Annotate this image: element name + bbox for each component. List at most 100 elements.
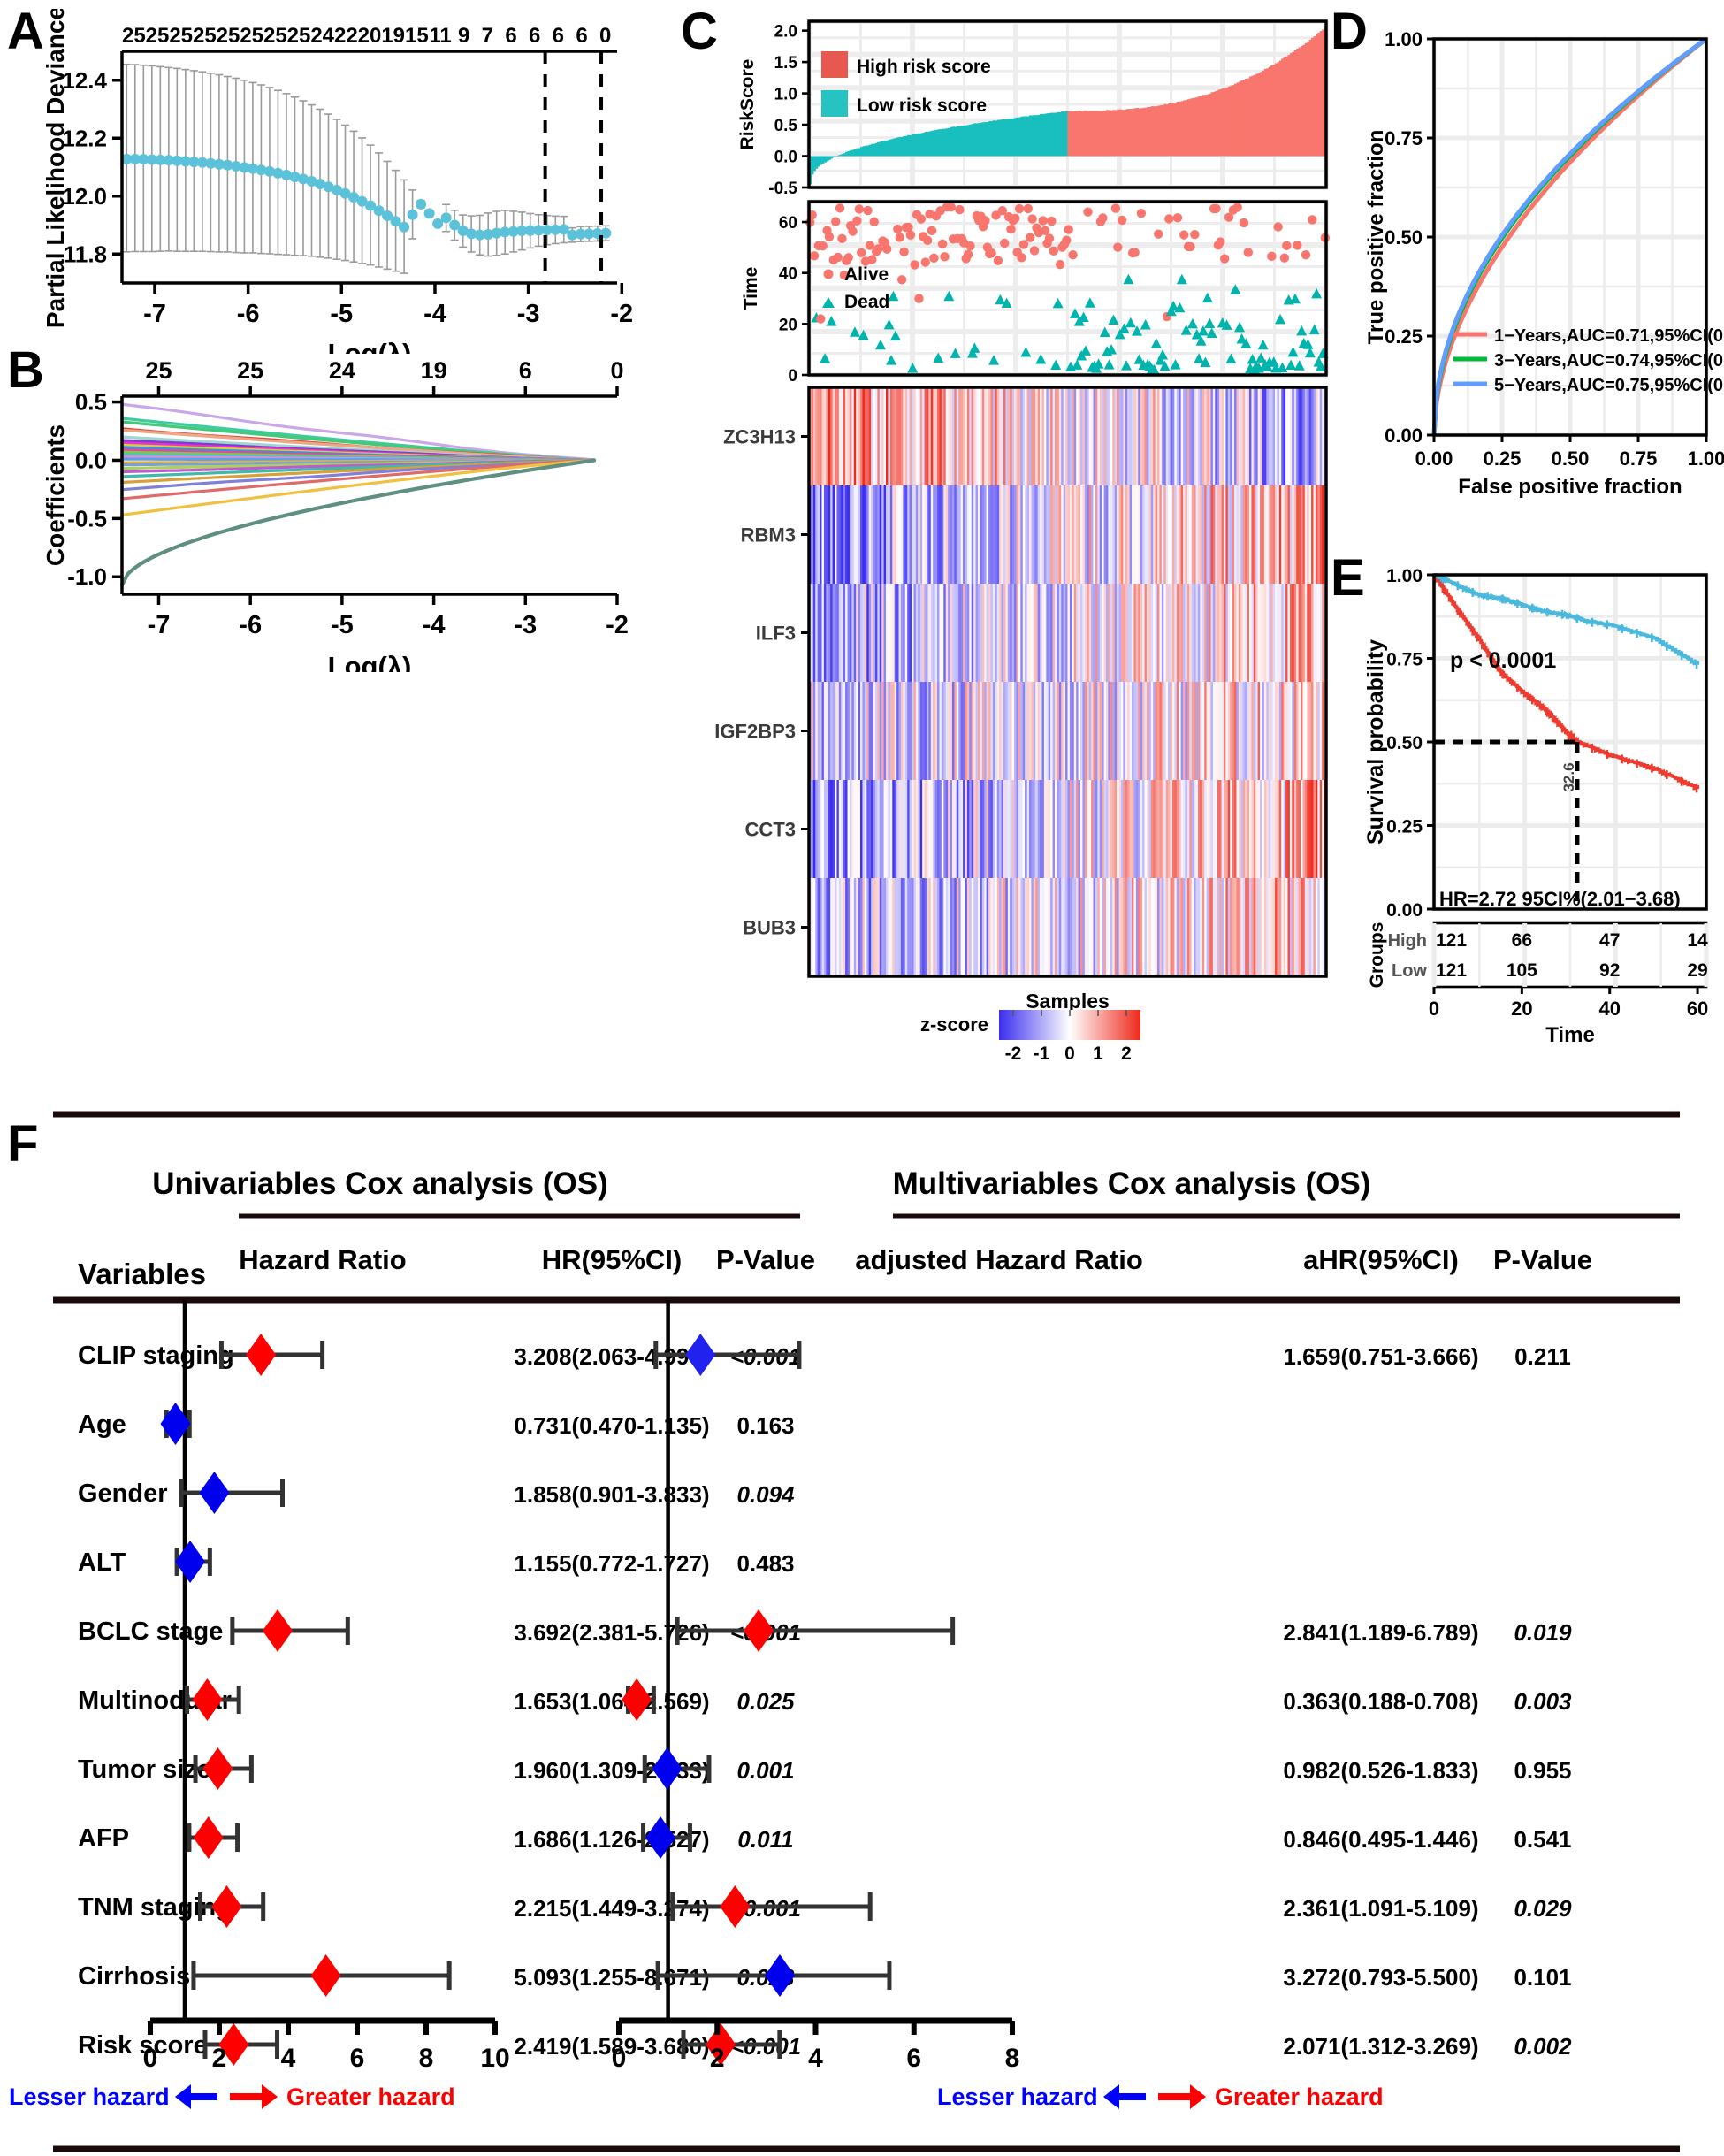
panel-a-top-count: 0 bbox=[599, 24, 611, 48]
km-ytick: 0.25 bbox=[1386, 817, 1423, 837]
panel-a-xtick: -4 bbox=[423, 300, 446, 328]
panel-b-top-count: 6 bbox=[519, 357, 532, 384]
forest-variable-label: CLIP staging bbox=[78, 1342, 234, 1370]
roc-xtick: 0.75 bbox=[1620, 447, 1658, 470]
panel-b-xtick: -5 bbox=[331, 611, 354, 639]
heatmap-gene-label: IGF2BP3 bbox=[714, 721, 796, 743]
km-xlabel: Time bbox=[1545, 1023, 1595, 1047]
panel-a-top-count: 15 bbox=[405, 24, 429, 48]
forest-uni-hr-text: 1.858(0.901-3.833) bbox=[514, 1481, 709, 1508]
forest-axis-tick: 10 bbox=[480, 2044, 509, 2073]
heatmap-gene-label: ZC3H13 bbox=[723, 426, 796, 448]
forest-uni-pvalue: 0.094 bbox=[736, 1481, 795, 1508]
forest-multi-pvalue: 0.003 bbox=[1514, 1688, 1572, 1715]
forest-axis-tick: 2 bbox=[710, 2044, 725, 2073]
panel-c-time-ytick: 0 bbox=[788, 367, 797, 386]
forest-variable-label: AFP bbox=[78, 1824, 129, 1853]
panel-a-ytick: 12.4 bbox=[62, 67, 107, 94]
forest-point-marker bbox=[262, 1609, 293, 1652]
forest-point-marker bbox=[199, 1472, 230, 1514]
panel-c-chart: 2.0 1.5 1.0 0.5 0.0 -0.5 RiskScore High risk sc… bbox=[707, 12, 1344, 1082]
time-ylabel: Time bbox=[741, 267, 761, 310]
forest-multi-pvalue: 0.955 bbox=[1514, 1757, 1571, 1784]
panel-a-top-count: 25 bbox=[217, 24, 240, 48]
lesser-hazard-label: Lesser hazard bbox=[937, 2083, 1098, 2110]
forest-axis-tick: 6 bbox=[906, 2044, 921, 2073]
forest-row: Risk score2.419(1.589-3.680)<0.0012.071(… bbox=[78, 2023, 1572, 2066]
uni-hazard-direction: Lesser hazard Greater hazard bbox=[9, 2083, 455, 2110]
forest-multi-pvalue: 0.541 bbox=[1514, 1826, 1571, 1853]
forest-multi-pvalue: 0.002 bbox=[1514, 2033, 1572, 2060]
forest-sub-multi-hr: aHR(95%CI) bbox=[1303, 1244, 1459, 1275]
km-ytick: 0.00 bbox=[1386, 900, 1423, 921]
panel-f-forest-table: Variables Univariables Cox analysis (OS) M… bbox=[0, 1097, 1724, 2156]
panel-b-top-count: 25 bbox=[237, 357, 263, 384]
zscore-tick: -1 bbox=[1034, 1044, 1050, 1064]
risk-legend-label: Low risk score bbox=[857, 96, 987, 116]
panel-b-top-count: 0 bbox=[610, 357, 623, 384]
forest-header-multivariable: Multivariables Cox analysis (OS) bbox=[893, 1166, 1371, 1201]
km-risk-count: 14 bbox=[1687, 930, 1708, 951]
roc-ytick: 0.75 bbox=[1385, 127, 1423, 149]
panel-c-risk-ytick: 0.0 bbox=[774, 149, 797, 167]
forest-multi-hr-text: 0.846(0.495-1.446) bbox=[1283, 1826, 1478, 1853]
panel-c-time-ytick: 20 bbox=[779, 316, 797, 334]
forest-uni-hr-text: 0.731(0.470-1.135) bbox=[514, 1412, 709, 1439]
panel-a-top-count: 20 bbox=[358, 24, 382, 48]
panel-a-top-count: 24 bbox=[310, 24, 334, 48]
forest-sub-uni-hr: HR(95%CI) bbox=[542, 1244, 682, 1275]
heatmap-gene-label: CCT3 bbox=[745, 819, 796, 841]
riskscore-ylabel: RiskScore bbox=[737, 59, 758, 150]
forest-multi-pvalue: 0.019 bbox=[1514, 1619, 1572, 1646]
forest-axis-tick: 2 bbox=[212, 2044, 227, 2073]
forest-axis-tick: 4 bbox=[281, 2044, 296, 2073]
panel-b-xlabel: Log(λ) bbox=[328, 651, 412, 672]
forest-row: AFP 1.686(1.126-2.527) 0.011 0.846(0.495-1.… bbox=[78, 1816, 1572, 1859]
forest-axis-tick: 6 bbox=[350, 2044, 365, 2073]
panel-a-top-count: 9 bbox=[458, 24, 469, 48]
right-arrow-icon bbox=[1190, 2084, 1206, 2109]
forest-uni-pvalue: 0.483 bbox=[736, 1550, 794, 1577]
forest-multi-pvalue: 0.211 bbox=[1514, 1343, 1571, 1370]
roc-xtick: 0.50 bbox=[1552, 447, 1590, 470]
multi-hazard-direction: Lesser hazard Greater hazard bbox=[937, 2083, 1384, 2110]
forest-axis-tick: 0 bbox=[143, 2044, 158, 2073]
lesser-hazard-label: Lesser hazard bbox=[9, 2083, 170, 2110]
forest-uni-pvalue: 0.001 bbox=[736, 1757, 794, 1784]
km-risk-count: 66 bbox=[1512, 930, 1532, 951]
km-risk-group-label: High bbox=[1388, 931, 1427, 951]
forest-point-marker bbox=[193, 1816, 224, 1859]
forest-row: Cirrhosis5.093(1.255-8.671)0.0233.272(0.… bbox=[78, 1954, 1572, 1997]
panel-b-ytick: -0.5 bbox=[67, 505, 107, 531]
forest-uni-hr-text: 1.155(0.772-1.727) bbox=[514, 1550, 709, 1577]
right-arrow-icon bbox=[262, 2084, 278, 2109]
forest-axis-tick: 0 bbox=[612, 2044, 627, 2073]
risk-legend-swatch bbox=[821, 51, 848, 78]
forest-row: CLIP staging3.208(2.063-4.990)<0.0011.65… bbox=[78, 1334, 1571, 1376]
roc-ytick: 1.00 bbox=[1385, 28, 1423, 50]
heatmap-gene-label: ILF3 bbox=[756, 623, 796, 645]
lasso-coefficient-paths bbox=[119, 402, 597, 587]
forest-axis-tick: 4 bbox=[808, 2044, 823, 2073]
panel-a-top-count: 25 bbox=[240, 24, 263, 48]
km-xtick: 0 bbox=[1429, 998, 1439, 1020]
panel-a-xlabel: Log(λ) bbox=[328, 338, 412, 354]
panel-b-xtick: -6 bbox=[239, 611, 262, 639]
panel-a-chart: 25 25 25 25 25 25 25 25 24 22 20 19 15 11 9 7 6 6 6 6 0 12.4 1… bbox=[18, 9, 637, 354]
forest-ci-whisker bbox=[675, 1617, 956, 1645]
forest-uni-pvalue: 0.163 bbox=[736, 1412, 794, 1439]
forest-variable-label: Age bbox=[78, 1411, 126, 1439]
forest-variable-label: ALT bbox=[78, 1548, 126, 1577]
heatmap-gene-label: RBM3 bbox=[741, 524, 796, 547]
panel-b-top-count: 19 bbox=[421, 357, 447, 384]
deviance-errorbars bbox=[122, 63, 610, 274]
alive-legend-label: Alive bbox=[844, 264, 889, 285]
forest-uni-pvalue: 0.011 bbox=[737, 1826, 793, 1853]
panel-c-risk-ytick: 0.5 bbox=[774, 117, 798, 135]
forest-variable-label: BCLC stage bbox=[78, 1617, 223, 1646]
zscore-tick: 1 bbox=[1093, 1044, 1103, 1064]
forest-header-univariable: Univariables Cox analysis (OS) bbox=[152, 1166, 607, 1201]
greater-hazard-label: Greater hazard bbox=[286, 2083, 455, 2110]
panel-c-risk-ytick: 1.5 bbox=[774, 54, 798, 73]
greater-hazard-label: Greater hazard bbox=[1215, 2083, 1384, 2110]
